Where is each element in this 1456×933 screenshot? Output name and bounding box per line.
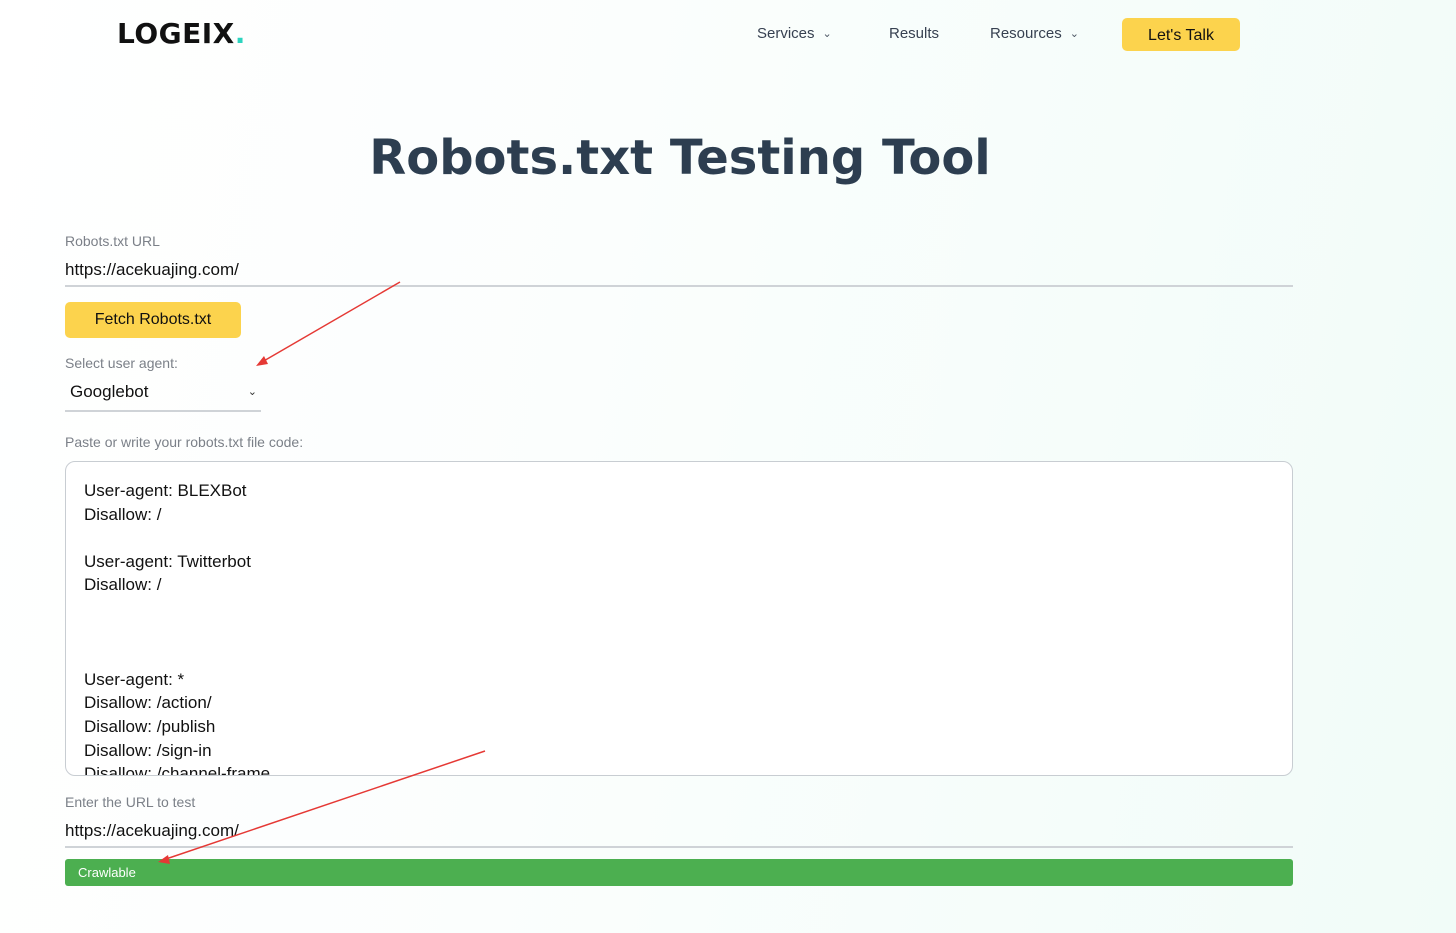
code-line: User-agent: Twitterbot — [84, 551, 251, 571]
robots-code-label: Paste or write your robots.txt file code… — [65, 434, 304, 450]
chevron-down-icon: ⌄ — [247, 386, 257, 398]
logo-text: LOGEIX — [117, 17, 235, 50]
crawl-status-bar: Crawlable — [65, 859, 1293, 886]
code-line: Disallow: / — [84, 575, 162, 595]
robots-url-input[interactable] — [65, 255, 1293, 287]
fetch-robots-button[interactable]: Fetch Robots.txt — [65, 302, 241, 338]
nav-item-label: Resources — [990, 25, 1062, 42]
test-url-label: Enter the URL to test — [65, 794, 196, 810]
robots-url-label: Robots.txt URL — [65, 233, 160, 249]
code-line: User-agent: * — [84, 669, 185, 689]
nav-item-resources[interactable]: Resources ⌄ — [990, 24, 1079, 44]
logo-dot: . — [234, 17, 246, 50]
user-agent-label: Select user agent: — [65, 355, 178, 371]
code-line: Disallow: /publish — [84, 716, 216, 736]
chevron-down-icon: ⌄ — [822, 28, 832, 40]
code-line: Disallow: /channel-frame — [84, 764, 271, 776]
robots-code-editor[interactable]: User-agent: BLEXBot Disallow: / User-age… — [65, 461, 1293, 776]
code-line: Disallow: /sign-in — [84, 740, 212, 760]
nav-item-label: Results — [889, 25, 940, 42]
nav-item-services[interactable]: Services ⌄ — [757, 24, 832, 44]
chevron-down-icon: ⌄ — [1069, 28, 1079, 40]
nav-item-label: Services — [757, 25, 815, 42]
user-agent-select[interactable]: Googlebot ⌄ — [65, 376, 261, 412]
test-url-input[interactable] — [65, 816, 1293, 848]
page-title: Robots.txt Testing Tool — [369, 130, 991, 186]
annotation-arrow — [261, 281, 401, 363]
code-line: User-agent: BLEXBot — [84, 481, 247, 500]
code-line: Disallow: / — [84, 504, 162, 524]
site-header: LOGEIX. Services ⌄ Results Resources ⌄ Let… — [0, 0, 1456, 70]
nav-item-results[interactable]: Results — [889, 24, 939, 44]
logo[interactable]: LOGEIX. — [117, 17, 246, 51]
code-line: Disallow: /action/ — [84, 693, 212, 713]
lets-talk-button[interactable]: Let's Talk — [1122, 18, 1240, 51]
crawl-status-label: Crawlable — [78, 865, 136, 880]
user-agent-selected-value: Googlebot — [70, 382, 149, 401]
annotation-arrowhead — [256, 356, 268, 366]
